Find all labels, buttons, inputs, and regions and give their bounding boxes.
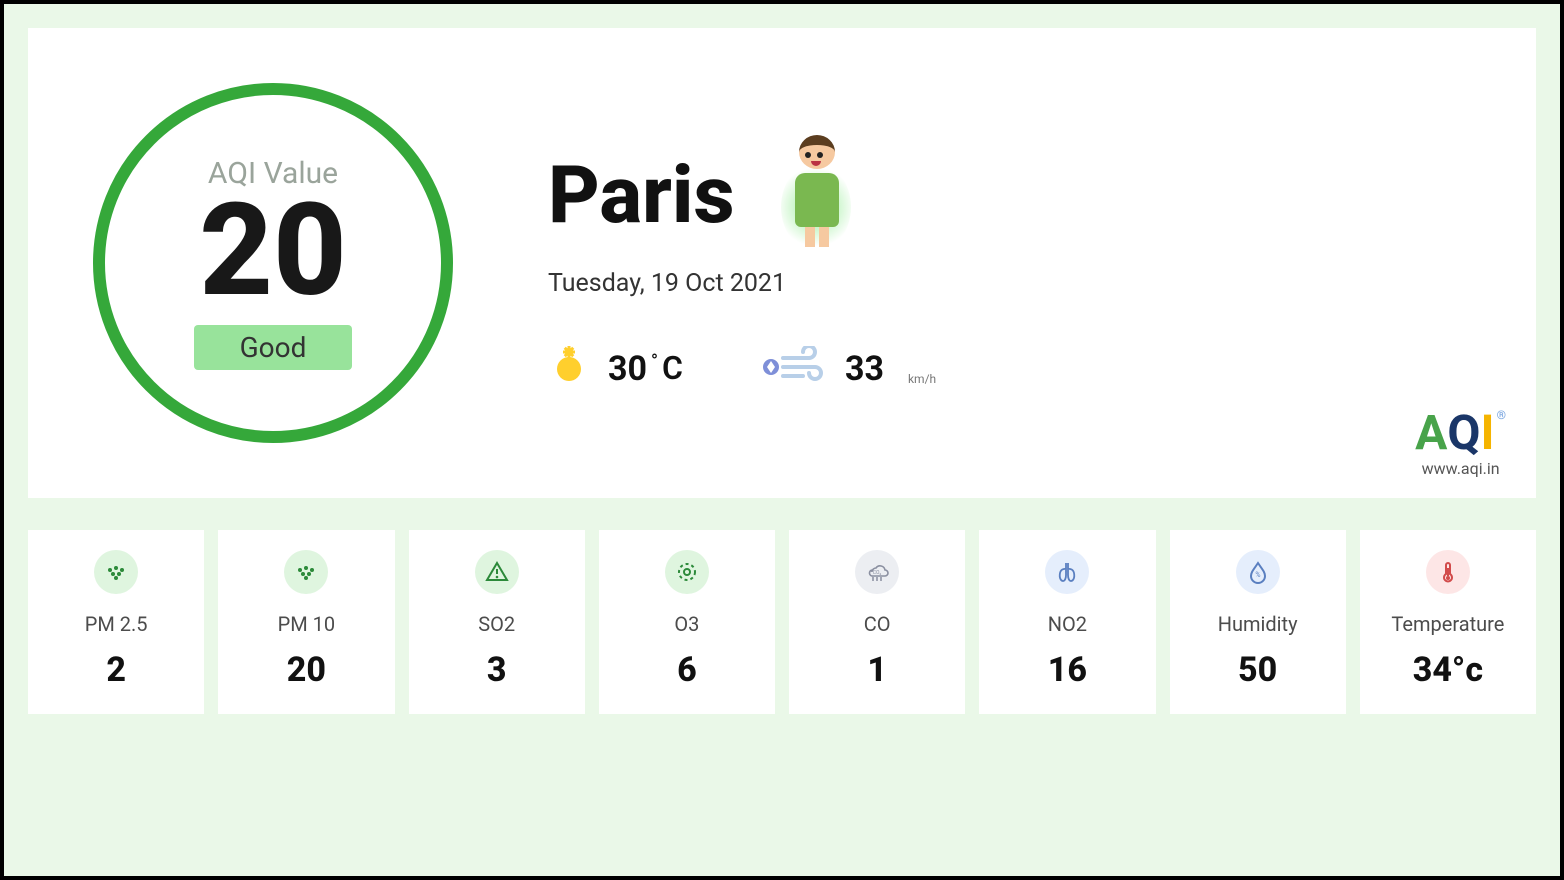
city-row: Paris <box>548 135 1506 255</box>
aqi-value: 20 <box>199 181 347 322</box>
ozone-icon <box>665 550 709 594</box>
metric-card-pm25: PM 2.5 2 <box>28 530 204 714</box>
metric-value: 2 <box>106 650 126 690</box>
logo-registered: ® <box>1497 409 1506 421</box>
metric-value: 20 <box>287 650 326 690</box>
aqi-gauge: AQI Value 20 Good <box>88 78 458 448</box>
metric-value: 16 <box>1048 650 1087 690</box>
metric-value: 34°c <box>1413 650 1483 690</box>
metric-card-co: CO₂ CO 1 <box>789 530 965 714</box>
sun-icon <box>548 348 590 390</box>
wind-icon <box>761 346 823 392</box>
temperature-display: 30 ° C <box>608 349 683 389</box>
metric-label: O3 <box>674 612 699 636</box>
co2-icon: CO₂ <box>855 550 899 594</box>
brand-site: www.aqi.in <box>1415 459 1506 478</box>
info-block: Paris Tuesday, 19 Oct 2021 <box>518 135 1506 392</box>
dashboard-frame: AQI Value 20 Good Paris Tuesday, 19 Oct … <box>0 0 1564 880</box>
temp-value: 30 <box>608 349 647 389</box>
metric-value: 50 <box>1238 650 1277 690</box>
mascot-icon <box>771 135 861 255</box>
metric-label: CO <box>864 612 891 636</box>
drop-icon: % <box>1236 550 1280 594</box>
metric-card-pm10: PM 10 20 <box>218 530 394 714</box>
aqi-circle: AQI Value 20 Good <box>93 83 453 443</box>
logo-letter-q: Q <box>1447 409 1480 457</box>
date-text: Tuesday, 19 Oct 2021 <box>548 269 1506 298</box>
wind-unit: km/h <box>908 372 936 392</box>
metric-label: Temperature <box>1391 612 1504 636</box>
metric-value: 1 <box>867 650 887 690</box>
aqi-rating-badge: Good <box>194 325 353 370</box>
brand-block: A Q I ® www.aqi.in <box>1415 409 1506 478</box>
metric-value: 6 <box>677 650 697 690</box>
svg-text:%: % <box>1255 571 1260 579</box>
particles-icon <box>284 550 328 594</box>
temp-unit: C <box>662 349 683 387</box>
metric-label: Humidity <box>1218 612 1298 636</box>
thermo-icon <box>1426 550 1470 594</box>
metric-card-so2: SO2 3 <box>409 530 585 714</box>
svg-text:CO₂: CO₂ <box>873 570 882 576</box>
main-card: AQI Value 20 Good Paris Tuesday, 19 Oct … <box>28 28 1536 498</box>
city-name: Paris <box>548 148 735 242</box>
metric-card-humidity: % Humidity 50 <box>1170 530 1346 714</box>
metric-card-no2: NO2 16 <box>979 530 1155 714</box>
metric-label: PM 10 <box>278 612 336 636</box>
metric-label: PM 2.5 <box>85 612 148 636</box>
weather-row: 30 ° C 33 km/h <box>548 346 1506 392</box>
metric-label: SO2 <box>478 612 515 636</box>
metric-card-temperature: Temperature 34°c <box>1360 530 1536 714</box>
particles-icon <box>94 550 138 594</box>
brand-logo: A Q I ® <box>1415 409 1506 457</box>
logo-letter-i: I <box>1481 409 1495 457</box>
temp-degree: ° <box>651 351 658 372</box>
metrics-row: PM 2.5 2 PM 10 20 SO2 3 O3 6 CO₂ CO 1 NO2 16% Humidit… <box>28 530 1536 714</box>
logo-letter-a: A <box>1415 409 1447 457</box>
lungs-icon <box>1045 550 1089 594</box>
metric-value: 3 <box>487 650 507 690</box>
metric-card-o3: O3 6 <box>599 530 775 714</box>
wind-value: 33 <box>845 349 884 389</box>
warn-icon <box>475 550 519 594</box>
metric-label: NO2 <box>1048 612 1087 636</box>
